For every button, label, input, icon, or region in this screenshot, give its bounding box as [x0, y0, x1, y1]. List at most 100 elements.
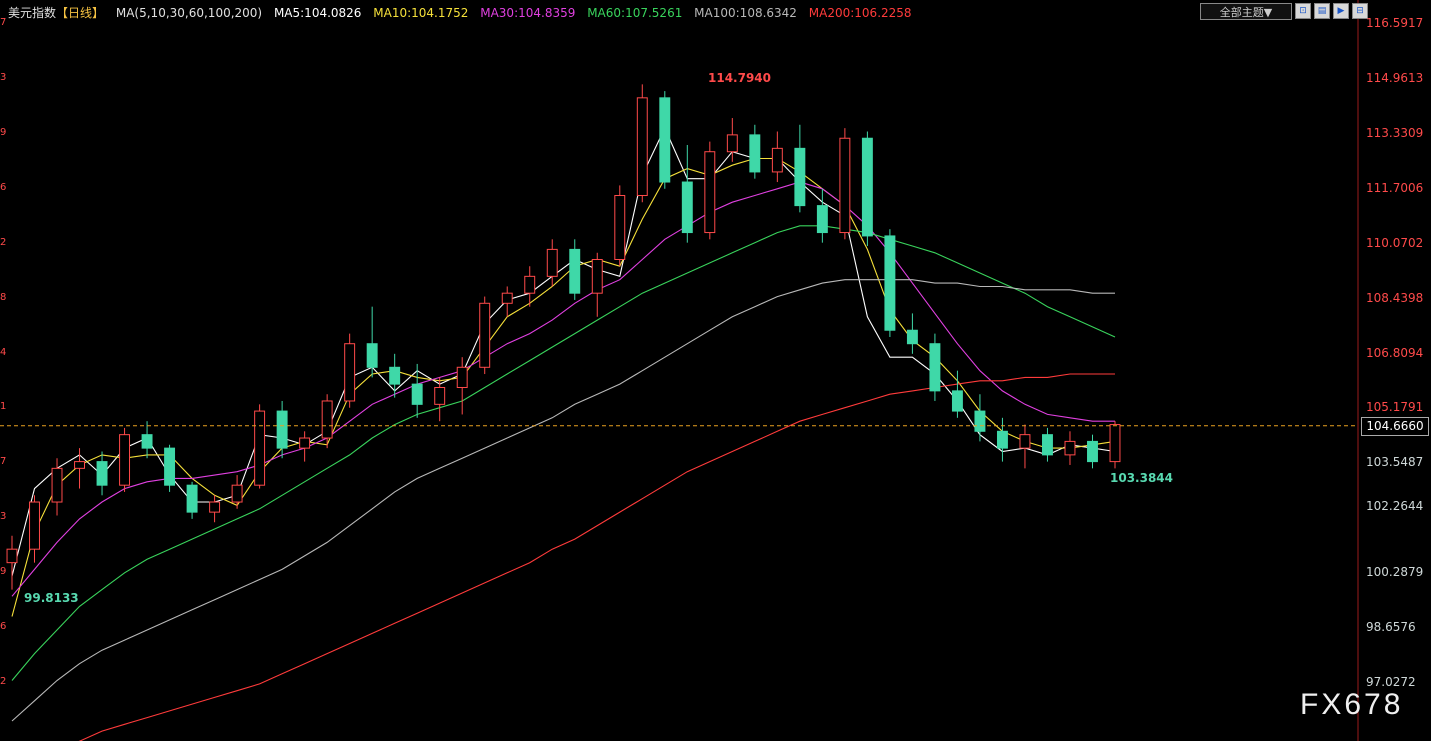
ma-line-ma100 [11, 279, 1115, 722]
list-icon[interactable]: ▤ [1314, 3, 1330, 19]
axis-tick-label: 111.7006 [1366, 180, 1424, 195]
ma-line-ma60 [11, 225, 1116, 681]
axis-tick-label: 113.3309 [1366, 125, 1424, 140]
left-tick-stub: 1 [0, 401, 7, 413]
candle-body [479, 302, 491, 368]
candle [411, 363, 423, 418]
high-annotation: 114.7940 [708, 71, 772, 85]
candle [1064, 431, 1076, 465]
candle [479, 296, 491, 375]
candle-body [434, 387, 446, 405]
candle [659, 91, 671, 189]
candle-body [861, 137, 873, 237]
candle-body [569, 248, 581, 294]
candle [276, 400, 288, 459]
candle-body [929, 343, 941, 392]
candle [636, 84, 648, 203]
current-price-box: 104.6660 [1361, 416, 1429, 436]
ma10-value: MA10:104.1752 [373, 6, 469, 20]
candle-body [1064, 440, 1076, 456]
period-label: 【日线】 [56, 6, 105, 20]
axis-tick-label: 108.4398 [1366, 290, 1424, 305]
axis-tick-label: 105.1791 [1366, 400, 1424, 415]
candle [749, 124, 761, 179]
candle-body [1109, 424, 1121, 463]
candle [119, 427, 131, 492]
candle-body [524, 275, 536, 294]
ma5-value: MA5:104.0826 [273, 6, 362, 20]
candle-body [344, 343, 356, 402]
chart-toolbar: 全部主题▼ ⊡ ▤ ▶ ⊟ [1200, 3, 1368, 20]
axis-tick-label: 114.9613 [1366, 70, 1424, 85]
ma60-value: MA60:107.5261 [587, 6, 683, 20]
candle [681, 144, 693, 243]
candle-body [231, 484, 243, 503]
candle-body [29, 501, 40, 550]
candle-body [546, 248, 558, 277]
candle-body [456, 366, 468, 389]
candle [614, 185, 626, 267]
candle [816, 188, 828, 243]
candle-body [1087, 440, 1098, 463]
candle-body [141, 434, 153, 449]
candle-body [96, 461, 108, 486]
axis-tick-label: 106.8094 [1366, 345, 1424, 360]
left-tick-stub: 4 [0, 346, 7, 358]
candle-body [366, 343, 378, 368]
chart-header: 美元指数【日线】 MA(5,10,30,60,100,200) MA5:104.… [8, 4, 920, 21]
candle-body [501, 292, 513, 304]
candle [1109, 421, 1121, 469]
candle-body [74, 461, 85, 469]
candle-body [1019, 434, 1031, 449]
candle-body [6, 548, 18, 564]
ma30-value: MA30:104.8359 [480, 6, 576, 20]
left-tick-stub: 9 [0, 126, 7, 138]
candle-body [119, 434, 131, 486]
candle-body [749, 134, 761, 173]
candle [366, 306, 378, 378]
watermark-logo: FX678 [1300, 688, 1404, 721]
grid-icon[interactable]: ⊡ [1295, 3, 1311, 19]
candle [186, 481, 198, 519]
ma100-value: MA100:108.6342 [694, 6, 797, 20]
candle-body [1042, 434, 1053, 456]
candle-body [884, 235, 896, 331]
candle-body [299, 437, 311, 449]
candle [1087, 434, 1098, 469]
ma-line-ma5 [11, 126, 1116, 577]
price-chart[interactable] [0, 0, 1431, 741]
candle [591, 252, 603, 317]
candle [1042, 427, 1053, 462]
candle [96, 451, 108, 496]
candle-body [411, 383, 423, 405]
left-tick-stub: 6 [0, 621, 7, 633]
left-tick-stub: 7 [0, 456, 7, 468]
theme-select[interactable]: 全部主题▼ [1200, 3, 1292, 20]
left-tick-stub: 8 [0, 291, 7, 303]
left-tick-stub: 3 [0, 511, 7, 523]
candle-body [389, 366, 401, 385]
candle [6, 535, 18, 590]
candle-body [974, 410, 986, 432]
candle-body [636, 97, 648, 197]
left-tick-stub: 7 [0, 17, 7, 28]
ma-line-ma30 [11, 181, 1115, 597]
candle-body [164, 447, 176, 486]
axis-tick-label: 110.0702 [1366, 235, 1424, 250]
ma-line-ma200 [78, 373, 1115, 741]
axis-tick-label: 116.5917 [1366, 16, 1424, 30]
candle-body [209, 501, 221, 513]
left-tick-stub: 3 [0, 71, 7, 83]
candle-body [51, 467, 63, 503]
candle [209, 495, 221, 523]
low-annotation-start: 99.8133 [24, 591, 79, 605]
candle-body [254, 410, 266, 486]
candle [254, 404, 266, 489]
axis-tick-label: 103.5487 [1366, 455, 1424, 470]
candle [794, 124, 806, 213]
play-icon[interactable]: ▶ [1333, 3, 1349, 19]
candle [164, 444, 176, 492]
candle [861, 131, 873, 247]
axis-tick-label: 100.2879 [1366, 565, 1424, 580]
ma-line-ma10 [11, 157, 1116, 617]
